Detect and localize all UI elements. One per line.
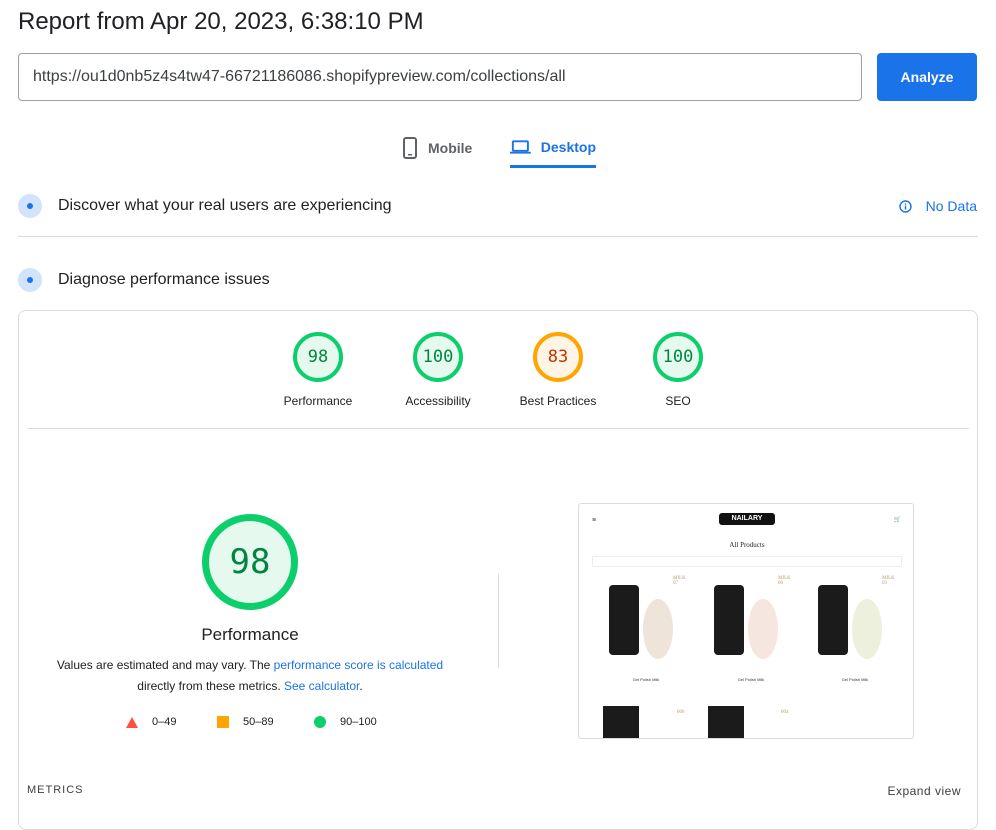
product-badge: 006 (677, 710, 685, 715)
product-card: MILK 07 Gel Polish Milk (601, 576, 691, 682)
metrics-heading: METRICS (27, 784, 84, 796)
product-card: MILK 06 Gel Polish Milk (706, 576, 796, 682)
store-logo: NAILARY (719, 513, 775, 525)
url-input[interactable]: https://ou1d0nb5z4s4tw47-66721186086.sho… (18, 53, 862, 101)
score-note: Values are estimated and may vary. The p… (40, 655, 460, 676)
tab-desktop[interactable]: Desktop (510, 128, 596, 168)
tab-mobile[interactable]: Mobile (402, 128, 472, 168)
analyze-button[interactable]: Analyze (877, 53, 977, 101)
legend-label: 50–89 (243, 716, 274, 728)
see-calculator-link[interactable]: See calculator (284, 679, 359, 693)
laptop-icon (510, 139, 531, 154)
note-text: . (359, 679, 363, 693)
no-data-status[interactable]: No Data (898, 198, 977, 214)
report-title: Report from Apr 20, 2023, 6:38:10 PM (18, 8, 424, 35)
section-title: Diagnose performance issues (58, 271, 270, 288)
score-note-2: directly from these metrics. See calcula… (40, 676, 460, 697)
product-image (708, 706, 744, 738)
legend-label: 90–100 (340, 716, 377, 728)
cart-icon: 🛒 (893, 517, 901, 523)
circle-icon (314, 716, 326, 728)
score-label: Best Practices (519, 394, 597, 408)
expand-view-button[interactable]: Expand view (887, 784, 961, 798)
triangle-icon (126, 716, 138, 728)
divider (27, 428, 969, 429)
score-gauge: 98 (293, 332, 343, 382)
product-card: MILK 03 Gel Polish Milk (810, 576, 900, 682)
tab-label: Desktop (540, 138, 596, 155)
score-gauge: 100 (653, 332, 703, 382)
gauge-icon (18, 268, 42, 292)
score-performance[interactable]: 98 Performance (258, 332, 378, 408)
divider (498, 574, 499, 668)
status-text: No Data (925, 198, 977, 214)
product-image (603, 706, 639, 738)
score-label: Accessibility (405, 394, 471, 408)
score-accessibility[interactable]: 100 Accessibility (378, 332, 498, 408)
note-text: directly from these metrics. (137, 679, 284, 693)
performance-label: Performance (201, 625, 299, 644)
product-badge: MILK 07 (673, 576, 686, 586)
users-icon (18, 194, 42, 218)
note-text: Values are estimated and may vary. The (56, 658, 274, 672)
performance-gauge: 98 (202, 514, 298, 610)
product-badge: MILK 03 (882, 576, 895, 586)
collection-heading: All Products (729, 541, 765, 549)
filter-bar (592, 556, 902, 567)
lab-data-section: Diagnose performance issues (18, 268, 270, 292)
score-calc-link[interactable]: performance score is calculated (274, 658, 443, 672)
menu-icon: ≡ (592, 517, 597, 524)
product-badge: 004 (781, 710, 789, 715)
page-screenshot: ≡ NAILARY 🛒 All Products MILK 07 Gel Poli… (578, 503, 914, 739)
score-gauge: 100 (413, 332, 463, 382)
legend-fail: 0–49 (126, 716, 176, 728)
info-icon (898, 199, 912, 213)
legend-average: 50–89 (217, 716, 274, 728)
divider (18, 236, 978, 237)
score-gauge: 83 (533, 332, 583, 382)
score-seo[interactable]: 100 SEO (618, 332, 738, 408)
square-icon (217, 716, 229, 728)
phone-icon (403, 137, 417, 159)
score-best-practices[interactable]: 83 Best Practices (498, 332, 618, 408)
legend-pass: 90–100 (314, 716, 377, 728)
tab-label: Mobile (428, 140, 473, 156)
score-label: Performance (283, 394, 353, 408)
product-badge: MILK 06 (778, 576, 791, 586)
field-data-section: Discover what your real users are experi… (18, 194, 391, 218)
section-title: Discover what your real users are experi… (58, 197, 392, 214)
score-label: SEO (665, 394, 691, 408)
legend-label: 0–49 (152, 716, 177, 728)
